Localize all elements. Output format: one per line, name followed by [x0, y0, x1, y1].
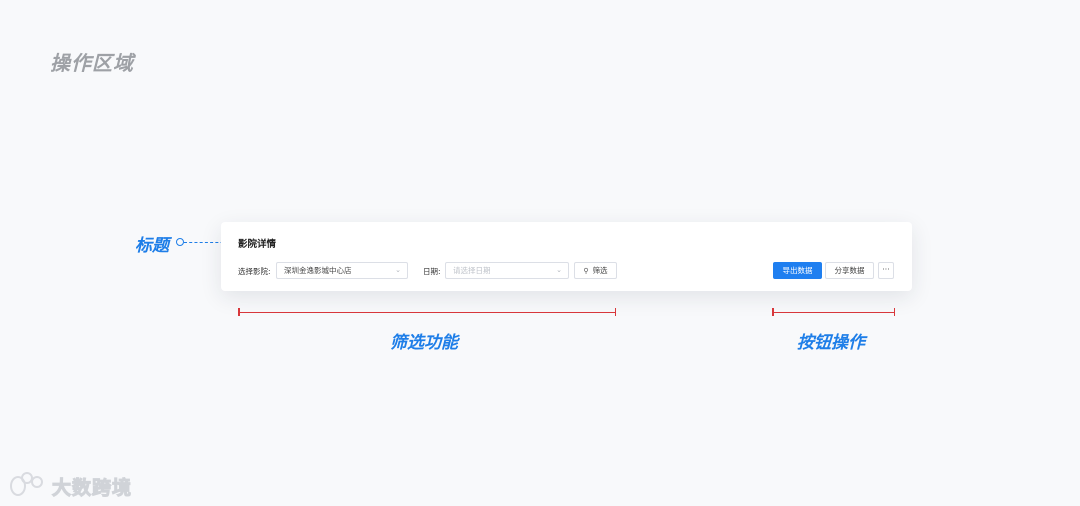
- button-area-bracket: [772, 308, 895, 315]
- annotation-connector-dot: [176, 238, 184, 246]
- watermark-logo: 大数跨境: [8, 472, 132, 500]
- share-data-button-label: 分享数据: [834, 266, 865, 275]
- search-icon: ⚲: [583, 267, 589, 275]
- filter-area-bracket: [238, 308, 616, 315]
- more-icon: ···: [882, 265, 890, 274]
- section-title: 操作区域: [50, 51, 134, 75]
- chevron-down-icon: ⌄: [395, 266, 401, 274]
- date-picker[interactable]: 请选择日期 ⌄: [445, 262, 569, 279]
- date-select-label: 日期:: [423, 267, 441, 276]
- filter-button[interactable]: ⚲ 筛选: [574, 262, 617, 279]
- logo-icon: [8, 472, 48, 500]
- export-data-button[interactable]: 导出数据: [773, 262, 822, 279]
- filter-button-label: 筛选: [592, 266, 608, 275]
- cinema-select[interactable]: 深圳金逸影城中心店 ⌄: [276, 262, 408, 279]
- operation-panel: 影院详情 选择影院: 深圳金逸影城中心店 ⌄ 日期: 请选择日期 ⌄ ⚲ 筛选 导…: [221, 222, 912, 291]
- annotation-buttons-label: 按钮操作: [797, 333, 865, 353]
- annotation-title-label: 标题: [135, 236, 169, 256]
- annotation-filter-label: 筛选功能: [390, 333, 458, 353]
- export-data-button-label: 导出数据: [782, 266, 813, 275]
- cinema-select-value: 深圳金逸影城中心店: [284, 266, 352, 275]
- more-button[interactable]: ···: [878, 262, 894, 279]
- watermark-text: 大数跨境: [51, 476, 133, 499]
- date-picker-placeholder: 请选择日期: [453, 266, 491, 275]
- cinema-select-label: 选择影院:: [238, 267, 271, 276]
- panel-title: 影院详情: [238, 239, 277, 250]
- share-data-button[interactable]: 分享数据: [825, 262, 874, 279]
- chevron-down-icon: ⌄: [556, 266, 562, 274]
